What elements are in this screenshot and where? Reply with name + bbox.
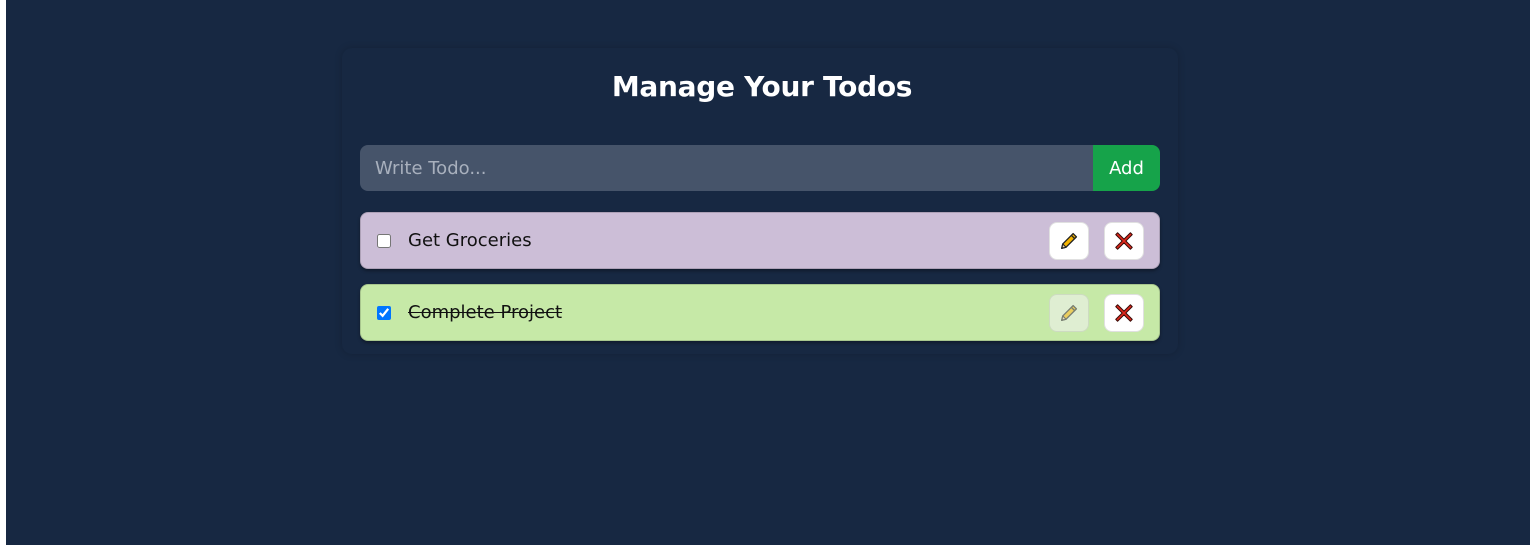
page-title: Manage Your Todos — [611, 70, 913, 103]
todo-item — [360, 212, 1160, 269]
delete-todo-button[interactable] — [1104, 222, 1144, 260]
cross-mark-icon — [1115, 304, 1133, 322]
pencil-icon — [1061, 232, 1078, 249]
todo-form: Add — [360, 145, 1160, 191]
todo-item — [360, 284, 1160, 341]
edit-todo-button[interactable] — [1049, 222, 1089, 260]
todo-text[interactable] — [408, 227, 1028, 255]
add-button[interactable]: Add — [1093, 145, 1160, 191]
todo-input[interactable] — [360, 145, 1093, 191]
edit-todo-button[interactable] — [1049, 294, 1089, 332]
todo-text[interactable] — [408, 299, 1028, 327]
delete-todo-button[interactable] — [1104, 294, 1144, 332]
cross-mark-icon — [1115, 232, 1133, 250]
todo-checkbox[interactable] — [377, 234, 391, 248]
pencil-icon — [1061, 304, 1078, 321]
todo-checkbox[interactable] — [377, 306, 391, 320]
